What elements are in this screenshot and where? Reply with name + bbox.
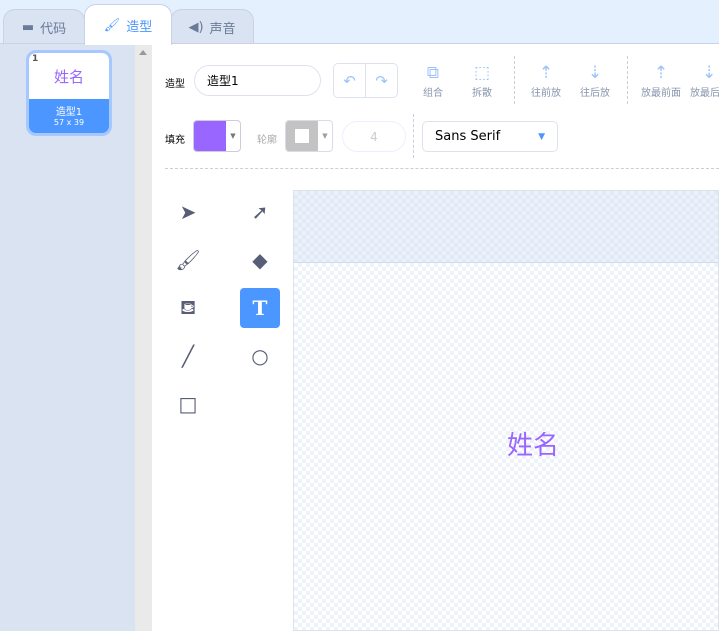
square-icon: □ [178, 392, 198, 416]
line-tool[interactable]: ╱ [168, 336, 208, 376]
chevron-down-icon: ▼ [538, 131, 545, 142]
arrow-up-icon: ⇡ [538, 63, 554, 83]
font-dropdown[interactable]: Sans Serif ▼ [422, 121, 558, 152]
arrow-bottom-icon: ⇣ [702, 63, 717, 83]
paint-bucket-icon: ⛾ [179, 294, 197, 319]
drawing-canvas[interactable]: 姓名 [293, 190, 719, 631]
eraser-icon: ◆ [252, 248, 268, 272]
line-icon: ╱ [181, 344, 195, 368]
backward-button[interactable]: ⇣ 往后放 [570, 62, 620, 99]
costume-item[interactable]: 1 姓名 造型1 57 x 39 [26, 50, 112, 136]
code-blocks-icon: ▬ [21, 19, 35, 35]
costume-thumbnail: 姓名 [53, 67, 84, 86]
arrow-top-icon: ⇡ [653, 63, 669, 83]
ungroup-icon: ⬚ [473, 63, 491, 83]
paint-editor: 造型 造型1 ↶↷ ⧉组合 ⬚拆散 ⇡往前放 ⇣往后放 ⇡放最前面 ⇣放最后面 … [152, 43, 719, 631]
fill-tool[interactable]: ⛾ [168, 288, 208, 328]
group-icon: ⧉ [426, 63, 440, 83]
circle-icon: ○ [251, 344, 269, 368]
canvas-text[interactable]: 姓名 [507, 425, 559, 462]
undo-button[interactable]: ↶ [334, 64, 365, 97]
scrollbar[interactable] [135, 44, 152, 631]
text-icon: T [252, 296, 268, 320]
rectangle-tool[interactable]: □ [168, 384, 208, 424]
arrow-down-icon: ⇣ [587, 63, 603, 83]
reshape-tool[interactable]: ➚ [240, 192, 280, 232]
brush-icon: 🖌 [175, 248, 201, 272]
costume-name-input[interactable]: 造型1 [194, 65, 321, 96]
redo-button[interactable]: ↷ [365, 64, 397, 97]
brush-icon: 🖌 [103, 17, 121, 33]
outline-color-picker[interactable]: ▼ [285, 120, 333, 152]
outline-width-input[interactable]: 4 [342, 121, 406, 152]
front-button[interactable]: ⇡ 放最前面 [636, 62, 686, 99]
reshape-icon: ➚ [251, 200, 269, 224]
back-button[interactable]: ⇣放最后面 [686, 62, 719, 99]
tab-costumes[interactable]: 🖌 造型 [84, 4, 172, 45]
eraser-tool[interactable]: ◆ [240, 240, 280, 280]
text-tool[interactable]: T [240, 288, 280, 328]
tab-sounds[interactable]: ◀) 声音 [170, 9, 254, 44]
tab-code[interactable]: ▬ 代码 [3, 9, 85, 44]
costume-list: 1 姓名 造型1 57 x 39 [0, 43, 152, 631]
select-tool[interactable]: ➤ [168, 192, 208, 232]
ungroup-button[interactable]: ⬚ 拆散 [457, 62, 507, 99]
cursor-icon: ➤ [179, 200, 197, 224]
editor-tabs: ▬ 代码 🖌 造型 ◀) 声音 [0, 0, 719, 45]
group-button[interactable]: ⧉ 组合 [408, 62, 458, 99]
brush-tool[interactable]: 🖌 [168, 240, 208, 280]
chevron-down-icon: ▼ [322, 132, 328, 140]
forward-button[interactable]: ⇡ 往前放 [521, 62, 571, 99]
circle-tool[interactable]: ○ [240, 336, 280, 376]
speaker-icon: ◀) [188, 19, 204, 35]
fill-color-picker[interactable]: ▼ [193, 120, 241, 152]
chevron-down-icon: ▼ [230, 132, 236, 140]
